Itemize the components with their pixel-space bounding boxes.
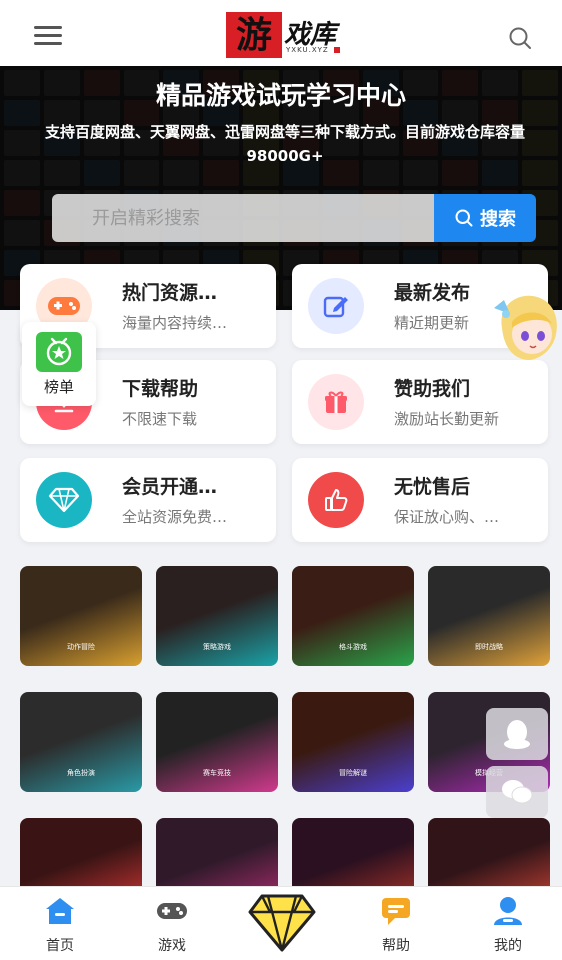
nav-home[interactable]: 首页 — [30, 895, 90, 955]
game-category-label: 即时战略 — [475, 643, 503, 651]
search-icon — [455, 209, 473, 227]
diamond-icon — [36, 472, 92, 528]
logo-dot — [334, 47, 340, 53]
card-subtitle: 激励站长勤更新 — [394, 410, 500, 428]
gift-icon — [308, 374, 364, 430]
game-category-tile[interactable]: 策略游戏 — [156, 566, 278, 666]
game-category-label: 冒险解谜 — [339, 769, 367, 777]
card-title: 会员开通… — [122, 476, 218, 498]
thumbs-up-icon — [308, 472, 364, 528]
nav-home-label: 首页 — [46, 938, 74, 954]
user-icon — [494, 897, 522, 925]
help-chat-icon — [382, 898, 410, 925]
game-category-label: 角色扮演 — [67, 769, 95, 777]
game-category-tile[interactable]: 角色扮演 — [20, 692, 142, 792]
logo-domain: YXKU.XYZ — [286, 46, 329, 54]
game-category-tile[interactable]: 格斗游戏 — [292, 566, 414, 666]
game-category-label: 赛车竞技 — [203, 769, 231, 777]
game-category-label: 格斗游戏 — [339, 643, 367, 651]
rank-badge-label: 榜单 — [43, 378, 74, 396]
qq-icon — [504, 720, 530, 749]
nav-profile[interactable]: 我的 — [478, 895, 538, 955]
card-title: 热门资源… — [122, 282, 218, 304]
qq-contact-button[interactable] — [486, 708, 548, 760]
menu-icon[interactable] — [34, 26, 62, 46]
gamepad-icon — [157, 903, 187, 919]
card-subtitle: 不限速下载 — [122, 410, 198, 428]
search-button-label: 搜索 — [480, 209, 516, 230]
search-bar: 搜索 — [52, 194, 536, 242]
rank-badge[interactable]: 榜单 — [22, 322, 96, 406]
game-category-label: 动作冒险 — [67, 643, 95, 651]
game-category-tile[interactable]: 动作冒险 — [20, 566, 142, 666]
nav-help[interactable]: 帮助 — [366, 895, 426, 955]
game-category-label: 策略游戏 — [203, 643, 231, 651]
edit-icon — [308, 278, 364, 334]
wechat-contact-button[interactable] — [486, 766, 548, 818]
vip-diamond-icon[interactable] — [246, 892, 318, 954]
mascot-character[interactable] — [492, 288, 562, 368]
game-category-tile[interactable]: 赛车竞技 — [156, 692, 278, 792]
card-sponsor[interactable]: 赞助我们 激励站长勤更新 — [292, 360, 548, 444]
logo-mark: 游 — [226, 12, 282, 58]
top-header: 游 戏库 YXKU.XYZ — [0, 0, 562, 66]
medal-icon — [36, 332, 82, 372]
wechat-icon — [502, 780, 533, 804]
nav-games-label: 游戏 — [158, 938, 186, 954]
card-title: 无忧售后 — [394, 476, 471, 498]
search-input[interactable] — [52, 194, 434, 242]
banner-description: 支持百度网盘、天翼网盘、迅雷网盘等三种下载方式。目前游戏仓库容量98000G+ — [44, 123, 525, 165]
card-title: 赞助我们 — [394, 378, 471, 400]
card-subtitle: 保证放心购、… — [394, 508, 500, 526]
game-category-tile[interactable]: 冒险解谜 — [292, 692, 414, 792]
card-membership[interactable]: 会员开通… 全站资源免费… — [20, 458, 276, 542]
search-button[interactable]: 搜索 — [434, 194, 536, 242]
search-icon[interactable] — [508, 26, 532, 50]
nav-profile-label: 我的 — [494, 938, 522, 954]
nav-help-label: 帮助 — [382, 938, 410, 954]
card-subtitle: 全站资源免费… — [122, 508, 228, 526]
game-category-tile[interactable]: 即时战略 — [428, 566, 550, 666]
card-after-sales[interactable]: 无忧售后 保证放心购、… — [292, 458, 548, 542]
card-subtitle: 海量内容持续… — [122, 314, 228, 332]
card-title: 下载帮助 — [122, 378, 199, 400]
banner-title: 精品游戏试玩学习中心 — [155, 81, 406, 110]
nav-games[interactable]: 游戏 — [142, 895, 202, 955]
site-logo[interactable]: 游 戏库 YXKU.XYZ — [226, 12, 346, 58]
home-icon — [46, 898, 74, 924]
